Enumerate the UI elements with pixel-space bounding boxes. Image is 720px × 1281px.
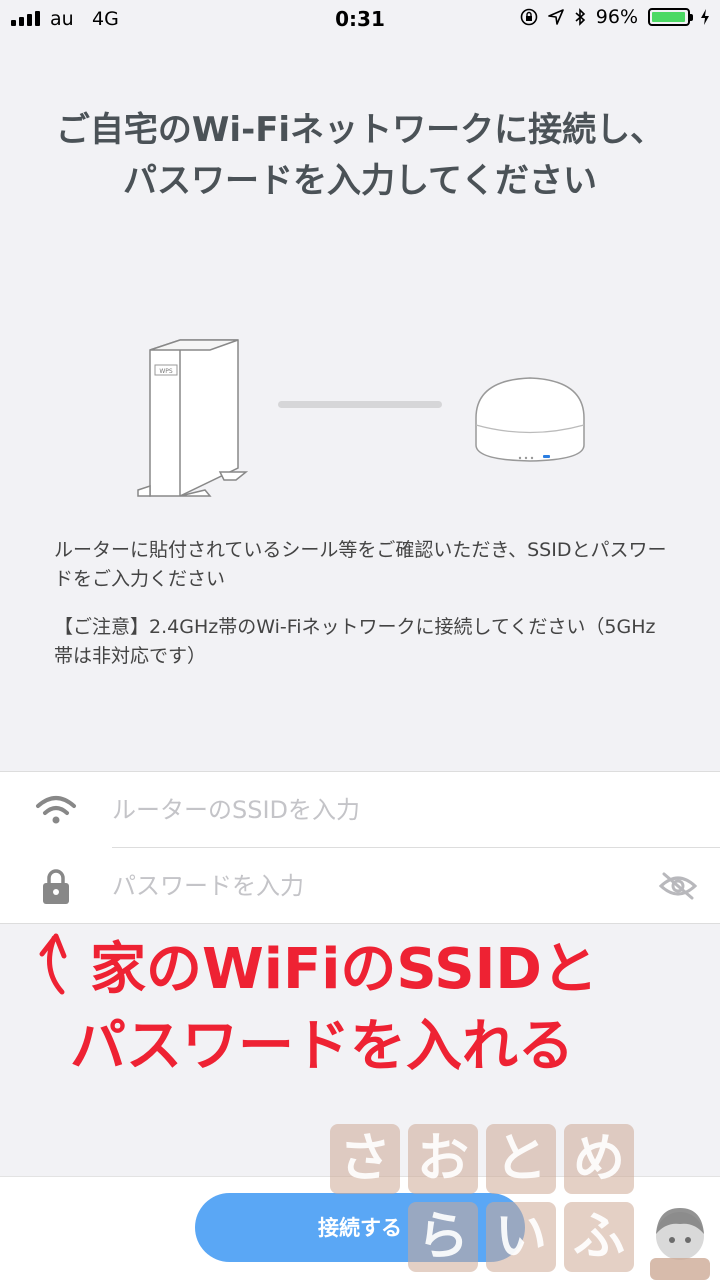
- battery-icon: [648, 8, 693, 26]
- notice-text: 【ご注意】2.4GHz帯のWi-Fiネットワークに接続してください（5GHz帯は…: [54, 616, 656, 667]
- ssid-input[interactable]: [112, 790, 612, 830]
- connection-line: [278, 401, 442, 408]
- status-bar: au 4G 0:31 96%: [0, 0, 720, 40]
- router-label: WPS: [159, 368, 173, 375]
- watermark-char: さ: [330, 1124, 400, 1194]
- orientation-lock-icon: [520, 8, 538, 26]
- battery-fill: [652, 12, 685, 22]
- watermark-logo: さ お と め ら い ふ: [330, 1122, 720, 1280]
- watermark-avatar-icon: [650, 1208, 710, 1280]
- watermark-char: め: [564, 1124, 634, 1194]
- status-right-group: 96%: [520, 6, 710, 28]
- wifi-form: [0, 771, 720, 924]
- wifi-icon: [36, 796, 76, 824]
- smart-hub-icon: [475, 377, 585, 462]
- router-icon: WPS: [137, 339, 249, 497]
- lock-icon: [43, 869, 69, 904]
- annotation-line-2: パスワードを入れる: [70, 1014, 574, 1079]
- charging-bolt-icon: [701, 9, 709, 25]
- eye-off-icon[interactable]: [658, 870, 698, 902]
- bluetooth-icon: [575, 8, 585, 26]
- instruction-text: ルーターに貼付されているシール等をご確認いただき、SSIDとパスワードをご入力く…: [54, 539, 667, 590]
- watermark-char: い: [486, 1202, 556, 1272]
- ssid-row: [0, 772, 720, 848]
- handwritten-annotation: 家のWiFiのSSIDと パスワードを入れる: [39, 933, 598, 1079]
- watermark-char: ふ: [564, 1202, 634, 1272]
- battery-percent: 96%: [595, 6, 638, 28]
- router-hub-illustration: WPS: [137, 339, 585, 497]
- password-input[interactable]: [112, 866, 612, 906]
- annotation-arrow: [39, 933, 67, 995]
- watermark-char: と: [486, 1124, 556, 1194]
- page-title: ご自宅のWi-Fiネットワークに接続し、パスワードを入力してください: [55, 110, 665, 201]
- password-row: [0, 848, 720, 923]
- annotation-line-1: 家のWiFiのSSIDと: [90, 937, 598, 1002]
- location-arrow-icon: [547, 9, 564, 25]
- watermark-char: ら: [408, 1202, 478, 1272]
- watermark-char: お: [408, 1124, 478, 1194]
